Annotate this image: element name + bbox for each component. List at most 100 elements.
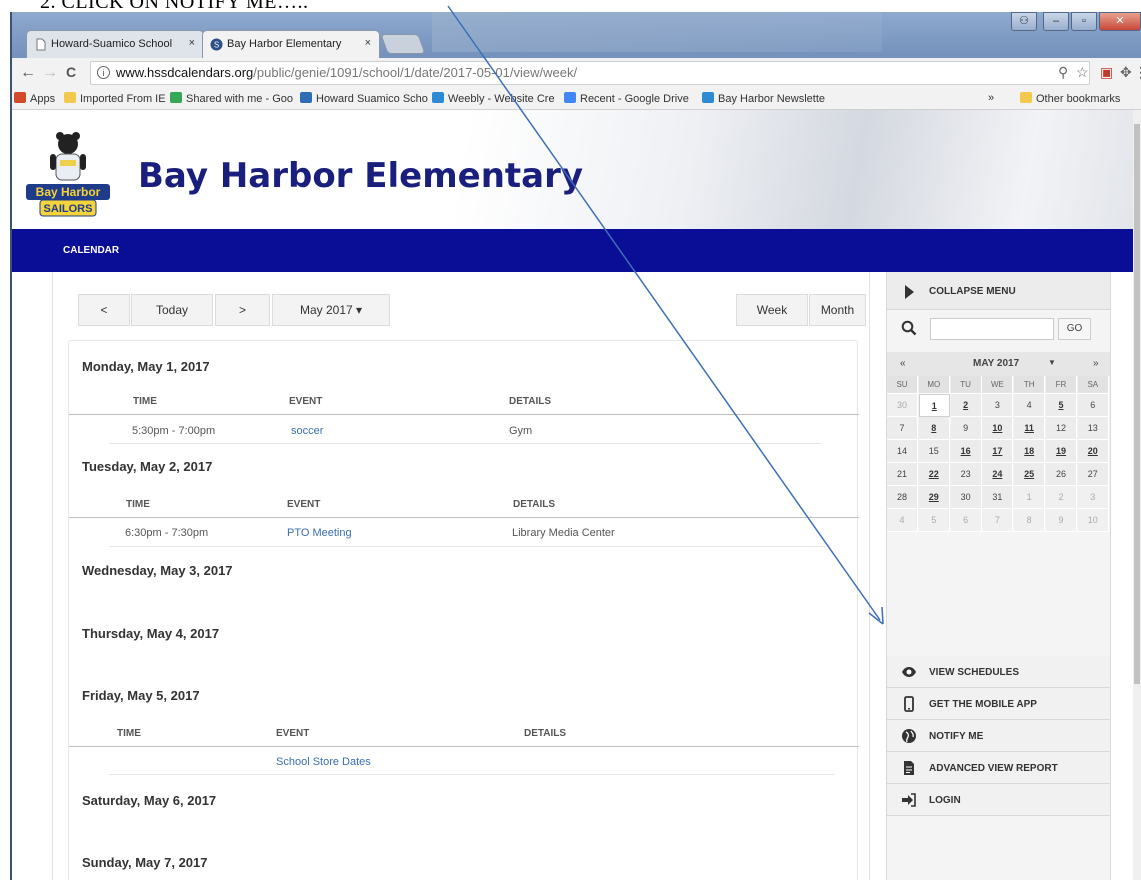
back-arrow-icon[interactable]: ←: [20, 64, 36, 82]
folder-icon: [64, 92, 76, 103]
sidebar-item-label: LOGIN: [929, 795, 961, 806]
event-link[interactable]: soccer: [291, 425, 323, 437]
mini-cal-day[interactable]: 23: [950, 463, 982, 486]
month-view-button[interactable]: Month: [809, 294, 866, 326]
site-title[interactable]: Bay Harbor Elementary: [138, 156, 583, 196]
mini-cal-dow: SU: [887, 376, 918, 394]
mini-cal-day[interactable]: 28: [887, 486, 918, 509]
mini-cal-day[interactable]: 3: [982, 394, 1014, 417]
mini-cal-title[interactable]: MAY 2017: [973, 358, 1019, 369]
bookmark-google-drive[interactable]: Recent - Google Drive: [564, 92, 689, 105]
address-bar[interactable]: i www.hssdcalendars.org/public/genie/1091…: [90, 61, 1090, 85]
tab-close-icon[interactable]: ×: [365, 37, 371, 49]
page-scrollbar[interactable]: [1133, 110, 1141, 880]
month-select[interactable]: May 2017 ▾: [272, 294, 390, 326]
mini-cal-day[interactable]: 26: [1046, 463, 1077, 486]
minimize-button[interactable]: –: [1043, 12, 1069, 31]
mini-cal-day[interactable]: 24: [982, 463, 1014, 486]
mini-cal-day[interactable]: 7: [982, 509, 1014, 532]
mini-cal-day[interactable]: 11: [1014, 417, 1046, 440]
menu-icon[interactable]: ⋮: [1134, 64, 1141, 81]
mini-cal-day[interactable]: 21: [887, 463, 918, 486]
mini-cal-prev[interactable]: «: [900, 358, 906, 369]
sidebar-item-get-the-mobile-app[interactable]: GET THE MOBILE APP: [887, 688, 1110, 720]
today-button[interactable]: Today: [131, 294, 213, 326]
nav-calendar[interactable]: CALENDAR: [63, 245, 119, 256]
extension-icon[interactable]: ⚲: [1058, 64, 1068, 81]
star-icon[interactable]: ☆: [1076, 64, 1089, 81]
event-link[interactable]: PTO Meeting: [287, 527, 352, 539]
mini-cal-day[interactable]: 30: [887, 394, 918, 417]
info-icon[interactable]: i: [97, 66, 110, 79]
mini-cal-day[interactable]: 18: [1014, 440, 1046, 463]
mini-cal-day[interactable]: 17: [982, 440, 1014, 463]
maximize-button[interactable]: ▫: [1071, 12, 1097, 31]
user-icon[interactable]: ⚇: [1011, 12, 1037, 31]
bookmark-howard[interactable]: Howard Suamico Scho: [300, 92, 428, 105]
mini-cal-day[interactable]: 10: [982, 417, 1014, 440]
mini-cal-day[interactable]: 14: [887, 440, 918, 463]
mini-cal-day[interactable]: 13: [1077, 417, 1109, 440]
mini-cal-day[interactable]: 31: [982, 486, 1014, 509]
mini-cal-day[interactable]: 15: [918, 440, 950, 463]
mini-cal-day[interactable]: 19: [1046, 440, 1077, 463]
mini-cal-day[interactable]: 20: [1077, 440, 1109, 463]
mini-cal-day[interactable]: 4: [1014, 394, 1046, 417]
mini-cal-day[interactable]: 9: [1046, 509, 1077, 532]
mini-cal-day[interactable]: 5: [918, 509, 950, 532]
mini-cal-day[interactable]: 27: [1077, 463, 1109, 486]
sidebar-item-notify-me[interactable]: NOTIFY ME: [887, 720, 1110, 752]
bookmark-apps[interactable]: Apps: [14, 92, 55, 105]
puzzle-icon[interactable]: ✥: [1120, 64, 1132, 81]
mini-cal-next[interactable]: »: [1093, 358, 1099, 369]
next-button[interactable]: >: [215, 294, 270, 326]
bookmark-weebly[interactable]: Weebly - Website Cre: [432, 92, 555, 105]
prev-button[interactable]: <: [78, 294, 130, 326]
mini-cal-day[interactable]: 2: [1046, 486, 1077, 509]
mini-cal-dropdown-icon[interactable]: ▼: [1048, 358, 1056, 367]
mini-cal-day[interactable]: 1: [1014, 486, 1046, 509]
tab-howard-suamico[interactable]: Howard-Suamico School ×: [26, 30, 204, 58]
mini-cal-day[interactable]: 6: [950, 509, 982, 532]
week-view-button[interactable]: Week: [736, 294, 808, 326]
search-input[interactable]: [930, 318, 1054, 340]
new-tab-button[interactable]: [380, 34, 426, 54]
scrollbar-thumb[interactable]: [1134, 124, 1140, 684]
mini-cal-day[interactable]: 10: [1077, 509, 1109, 532]
mini-cal-day[interactable]: 22: [918, 463, 950, 486]
tab-close-icon[interactable]: ×: [189, 37, 195, 49]
mini-cal-day[interactable]: 2: [950, 394, 982, 417]
mini-cal-day[interactable]: 8: [918, 417, 950, 440]
sidebar-item-advanced-view-report[interactable]: ADVANCED VIEW REPORT: [887, 752, 1110, 784]
google-icon: [564, 92, 576, 103]
bookmark-newsletter[interactable]: Bay Harbor Newslette: [702, 92, 825, 105]
mini-cal-day[interactable]: 4: [887, 509, 918, 532]
collapse-menu-button[interactable]: COLLAPSE MENU: [887, 272, 1110, 310]
mini-cal-day[interactable]: 8: [1014, 509, 1046, 532]
mini-cal-day[interactable]: 5: [1046, 394, 1077, 417]
close-window-button[interactable]: ✕: [1099, 12, 1141, 31]
bookmark-imported[interactable]: Imported From IE: [64, 92, 166, 105]
mini-cal-day[interactable]: 12: [1046, 417, 1077, 440]
mini-cal-day[interactable]: 9: [950, 417, 982, 440]
mini-cal-day[interactable]: 1: [918, 394, 950, 417]
mini-cal-day[interactable]: 16: [950, 440, 982, 463]
bookmark-ext-icon[interactable]: ▣: [1100, 64, 1113, 81]
bookmark-other[interactable]: Other bookmarks: [1020, 92, 1120, 105]
event-link[interactable]: School Store Dates: [276, 756, 371, 768]
bookmark-shared[interactable]: Shared with me - Goo: [170, 92, 293, 105]
sidebar-item-login[interactable]: LOGIN: [887, 784, 1110, 816]
mini-cal-day[interactable]: 25: [1014, 463, 1046, 486]
mini-cal-day[interactable]: 3: [1077, 486, 1109, 509]
tab-bay-harbor[interactable]: S Bay Harbor Elementary ×: [202, 30, 380, 58]
mini-cal-day[interactable]: 6: [1077, 394, 1109, 417]
reload-icon[interactable]: C: [66, 64, 76, 80]
mini-cal-day[interactable]: 7: [887, 417, 918, 440]
sidebar-item-view-schedules[interactable]: VIEW SCHEDULES: [887, 656, 1110, 688]
mini-cal-day[interactable]: 29: [918, 486, 950, 509]
forward-arrow-icon[interactable]: →: [42, 64, 58, 82]
search-go-button[interactable]: GO: [1058, 318, 1091, 340]
search-icon: [901, 320, 917, 336]
mini-cal-day[interactable]: 30: [950, 486, 982, 509]
bookmarks-more[interactable]: »: [988, 92, 994, 104]
